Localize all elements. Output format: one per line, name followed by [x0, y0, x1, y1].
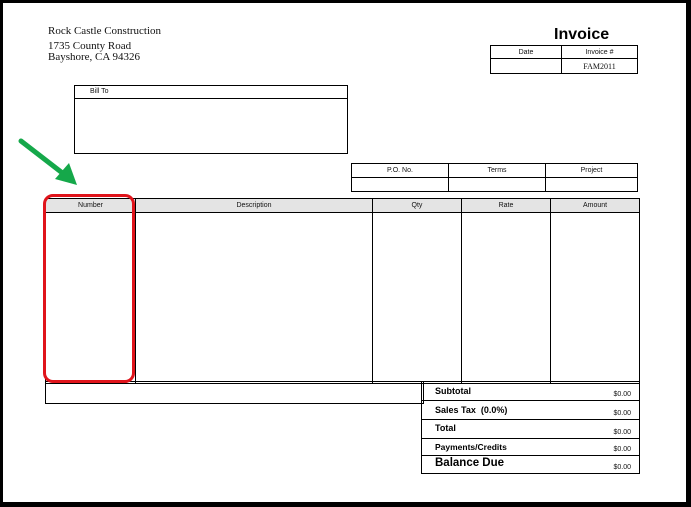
po-number-label: P.O. No. [351, 163, 449, 178]
totals-box: Subtotal $0.00 Sales Tax (0.0%) $0.00 To… [421, 381, 640, 474]
balance-due-value: $0.00 [613, 464, 631, 471]
sales-tax-row: Sales Tax (0.0%) $0.00 [422, 401, 639, 420]
total-label: Total [435, 423, 456, 433]
total-value: $0.00 [613, 429, 631, 436]
invoice-number-value[interactable]: FAM2011 [561, 58, 638, 74]
po-number-value[interactable] [351, 177, 449, 192]
total-row: Total $0.00 [422, 420, 639, 439]
payments-value: $0.00 [613, 446, 631, 453]
project-label: Project [545, 163, 638, 178]
sales-tax-label: Sales Tax (0.0%) [435, 405, 508, 415]
company-name: Rock Castle Construction [48, 25, 162, 37]
payments-row: Payments/Credits $0.00 [422, 439, 639, 456]
terms-label: Terms [448, 163, 546, 178]
rate-column[interactable] [462, 199, 551, 383]
green-arrow-icon [18, 138, 77, 185]
invoice-number-label: Invoice # [561, 45, 638, 59]
company-address: 1735 County Road Bayshore, CA 94326 [48, 41, 140, 63]
subtotal-label: Subtotal [435, 386, 471, 396]
invoice-page: Rock Castle Construction 1735 County Roa… [3, 3, 686, 502]
date-invoice-box: Date Invoice # FAM2011 [490, 45, 638, 74]
terms-value[interactable] [448, 177, 546, 192]
amount-column-header: Amount [551, 199, 639, 213]
number-column-highlight [43, 194, 135, 383]
balance-due-label: Balance Due [435, 457, 505, 469]
memo-strip [45, 381, 424, 404]
description-column[interactable] [136, 199, 373, 383]
balance-due-row: Balance Due $0.00 [422, 456, 639, 473]
payments-label: Payments/Credits [435, 442, 507, 452]
bill-to-box[interactable]: Bill To [74, 85, 348, 154]
project-value[interactable] [545, 177, 638, 192]
invoice-title: Invoice [554, 26, 610, 43]
bill-to-label: Bill To [75, 86, 347, 99]
qty-column[interactable] [373, 199, 462, 383]
subtotal-row: Subtotal $0.00 [422, 382, 639, 401]
date-value[interactable] [490, 58, 562, 74]
date-label: Date [490, 45, 562, 59]
address-line-2: Bayshore, CA 94326 [48, 51, 140, 63]
subtotal-value: $0.00 [613, 391, 631, 398]
po-terms-project-box: P.O. No. Terms Project [351, 163, 638, 192]
sales-tax-value: $0.00 [613, 410, 631, 417]
